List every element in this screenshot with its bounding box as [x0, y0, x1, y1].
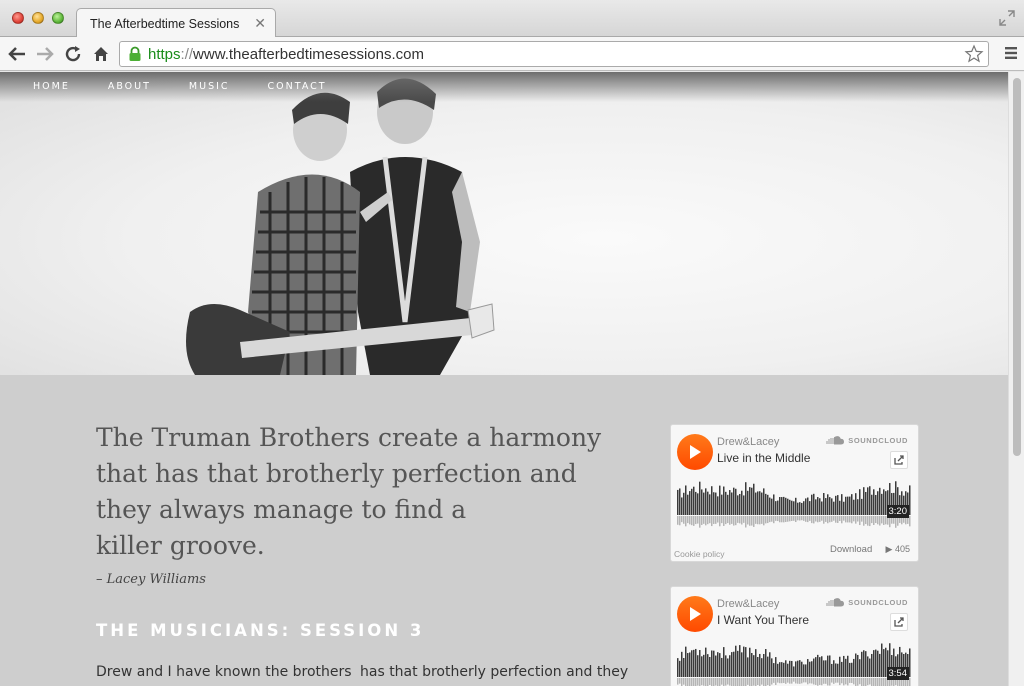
menu-icon[interactable] — [1004, 46, 1018, 60]
reload-button[interactable] — [62, 43, 84, 65]
forward-button[interactable] — [34, 43, 56, 65]
scrollbar-thumb[interactable] — [1013, 78, 1021, 456]
track-artist[interactable]: Drew&Lacey — [717, 598, 779, 610]
back-button[interactable] — [6, 43, 28, 65]
track-title[interactable]: I Want You There — [717, 613, 809, 627]
bookmark-star-icon[interactable] — [964, 44, 984, 64]
soundcloud-player: Drew&Lacey I Want You There SOUNDCLOUD 3… — [670, 586, 919, 686]
soundcloud-wordmark: SOUNDCLOUD — [848, 436, 908, 445]
share-button[interactable] — [890, 613, 908, 631]
url-text: https://www.theafterbedtimesessions.com — [148, 46, 424, 63]
page-viewport: HOME ABOUT MUSIC CONTACT The Truman Brot… — [0, 72, 1008, 686]
nav-about-link[interactable]: ABOUT — [108, 81, 151, 92]
secure-lock-icon — [129, 46, 141, 61]
track-title[interactable]: Live in the Middle — [717, 451, 810, 465]
waveform[interactable] — [677, 479, 911, 531]
quote-line: The Truman Brothers create a harmony — [96, 423, 602, 452]
tab-close-icon[interactable]: ✕ — [254, 15, 266, 32]
quote-line: they always manage to find a — [96, 495, 467, 524]
close-window-button[interactable] — [12, 12, 24, 24]
back-arrow-icon — [8, 47, 25, 61]
tab-title: The Afterbedtime Sessions — [90, 17, 240, 31]
nav-music-link[interactable]: MUSIC — [189, 81, 230, 92]
quote-author: – Lacey Williams — [96, 572, 206, 587]
play-count: ▶ 405 — [885, 544, 910, 554]
soundcloud-cloud-icon — [826, 436, 845, 445]
browser-titlebar: The Afterbedtime Sessions ✕ — [0, 0, 1024, 38]
play-button[interactable] — [677, 434, 713, 470]
soundcloud-player: Drew&Lacey Live in the Middle SOUNDCLOUD… — [670, 424, 919, 562]
share-button[interactable] — [890, 451, 908, 469]
minimize-window-button[interactable] — [32, 12, 44, 24]
browser-toolbar: https://www.theafterbedtimesessions.com — [0, 37, 1024, 71]
track-duration: 3:20 — [886, 505, 909, 518]
browser-tab[interactable]: The Afterbedtime Sessions ✕ — [76, 8, 276, 38]
cookie-policy-link[interactable]: Cookie policy — [674, 549, 725, 559]
soundcloud-logo[interactable]: SOUNDCLOUD — [826, 436, 908, 445]
play-button[interactable] — [677, 596, 713, 632]
waveform[interactable] — [677, 641, 911, 686]
track-artist[interactable]: Drew&Lacey — [717, 436, 779, 448]
share-icon — [894, 617, 904, 627]
hero-photo-musicians — [186, 78, 495, 375]
soundcloud-logo[interactable]: SOUNDCLOUD — [826, 598, 908, 607]
download-link[interactable]: Download — [830, 544, 872, 555]
play-icon — [690, 445, 701, 459]
play-icon — [690, 607, 701, 621]
page-scrollbar[interactable] — [1008, 72, 1024, 686]
address-bar[interactable]: https://www.theafterbedtimesessions.com — [119, 41, 989, 67]
section-title: THE MUSICIANS: SESSION 3 — [96, 621, 425, 640]
zoom-window-button[interactable] — [52, 12, 64, 24]
nav-home-link[interactable]: HOME — [33, 81, 70, 92]
body-text-column-2: has that brotherly perfection and they — [360, 664, 629, 680]
soundcloud-wordmark: SOUNDCLOUD — [848, 598, 908, 607]
home-icon — [94, 47, 108, 61]
site-nav: HOME ABOUT MUSIC CONTACT — [33, 81, 365, 92]
track-duration: 3:54 — [886, 667, 909, 680]
share-icon — [894, 455, 904, 465]
forward-arrow-icon — [37, 47, 54, 61]
soundcloud-cloud-icon — [826, 598, 845, 607]
hero-banner: HOME ABOUT MUSIC CONTACT — [0, 72, 1008, 375]
fullscreen-icon[interactable] — [998, 9, 1016, 27]
body-text-column-1: Drew and I have known the brothers — [96, 664, 352, 680]
home-button[interactable] — [90, 43, 112, 65]
nav-contact-link[interactable]: CONTACT — [268, 81, 327, 92]
main-content: The Truman Brothers create a harmony tha… — [0, 375, 1008, 686]
quote-line: killer groove. — [96, 531, 265, 560]
pull-quote: The Truman Brothers create a harmony tha… — [96, 420, 606, 564]
reload-icon — [65, 46, 81, 62]
quote-line: that has that brotherly perfection and — [96, 459, 577, 488]
